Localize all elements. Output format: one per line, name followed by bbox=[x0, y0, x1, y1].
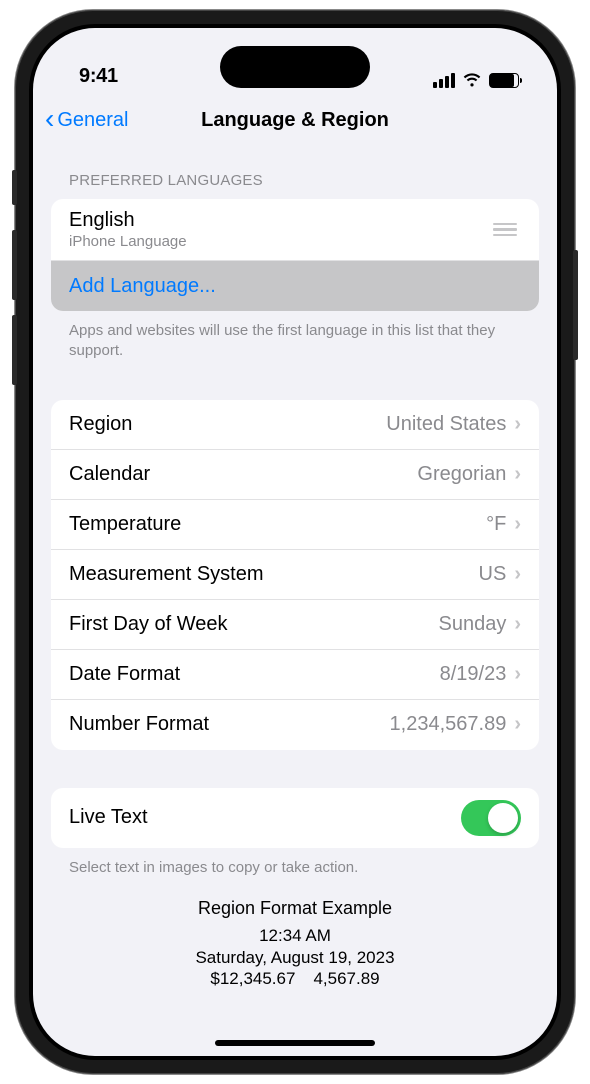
chevron-right-icon: › bbox=[514, 563, 521, 586]
row-value: United States bbox=[386, 413, 506, 436]
chevron-right-icon: › bbox=[514, 613, 521, 636]
language-title: English bbox=[69, 209, 489, 232]
example-title: Region Format Example bbox=[51, 898, 539, 919]
row-date-format[interactable]: Date Format 8/19/23 › bbox=[51, 650, 539, 700]
back-button[interactable]: ‹ General bbox=[45, 108, 128, 133]
nav-bar: ‹ General Language & Region bbox=[33, 94, 557, 146]
example-date: Saturday, August 19, 2023 bbox=[51, 947, 539, 969]
battery-icon bbox=[489, 73, 519, 88]
row-label: Date Format bbox=[69, 663, 440, 686]
chevron-left-icon: ‹ bbox=[45, 105, 54, 133]
row-label: Temperature bbox=[69, 513, 486, 536]
chevron-right-icon: › bbox=[514, 463, 521, 486]
row-value: Gregorian bbox=[417, 463, 506, 486]
row-number-format[interactable]: Number Format 1,234,567.89 › bbox=[51, 700, 539, 750]
row-label: Measurement System bbox=[69, 563, 479, 586]
row-first-day-of-week[interactable]: First Day of Week Sunday › bbox=[51, 600, 539, 650]
wifi-icon bbox=[462, 73, 482, 88]
chevron-right-icon: › bbox=[514, 663, 521, 686]
live-text-label: Live Text bbox=[69, 806, 461, 829]
status-time: 9:41 bbox=[79, 65, 118, 88]
live-text-footer: Select text in images to copy or take ac… bbox=[51, 848, 539, 878]
section-header-preferred-languages: Preferred Languages bbox=[51, 146, 539, 199]
row-temperature[interactable]: Temperature °F › bbox=[51, 500, 539, 550]
row-live-text: Live Text bbox=[51, 788, 539, 848]
drag-handle-icon[interactable] bbox=[489, 219, 521, 241]
language-subtitle: iPhone Language bbox=[69, 233, 489, 250]
preferred-languages-footer: Apps and websites will use the first lan… bbox=[51, 311, 539, 362]
chevron-right-icon: › bbox=[514, 713, 521, 736]
chevron-right-icon: › bbox=[514, 413, 521, 436]
example-time: 12:34 AM bbox=[51, 925, 539, 947]
preferred-languages-group: English iPhone Language Add Language... bbox=[51, 199, 539, 311]
page-title: Language & Region bbox=[201, 109, 389, 132]
add-language-label: Add Language... bbox=[69, 275, 216, 298]
row-calendar[interactable]: Calendar Gregorian › bbox=[51, 450, 539, 500]
example-currency: $12,345.67 bbox=[210, 969, 295, 989]
row-value: Sunday bbox=[438, 613, 506, 636]
dynamic-island bbox=[220, 46, 370, 88]
row-value: 8/19/23 bbox=[440, 663, 507, 686]
language-row-english[interactable]: English iPhone Language bbox=[51, 199, 539, 261]
row-region[interactable]: Region United States › bbox=[51, 400, 539, 450]
row-value: US bbox=[479, 563, 507, 586]
cellular-icon bbox=[433, 73, 455, 88]
region-format-example: Region Format Example 12:34 AM Saturday,… bbox=[51, 878, 539, 989]
chevron-right-icon: › bbox=[514, 513, 521, 536]
live-text-toggle[interactable] bbox=[461, 800, 521, 836]
add-language-button[interactable]: Add Language... bbox=[51, 261, 539, 311]
live-text-group: Live Text bbox=[51, 788, 539, 848]
back-label: General bbox=[57, 109, 128, 132]
row-label: Calendar bbox=[69, 463, 417, 486]
example-number: 4,567.89 bbox=[313, 969, 379, 989]
row-measurement-system[interactable]: Measurement System US › bbox=[51, 550, 539, 600]
home-indicator[interactable] bbox=[215, 1040, 375, 1046]
row-value: 1,234,567.89 bbox=[390, 713, 507, 736]
row-label: Number Format bbox=[69, 713, 390, 736]
region-settings-group: Region United States › Calendar Gregoria… bbox=[51, 400, 539, 750]
device-frame: 9:41 ‹ General Language & Region Preferr… bbox=[15, 10, 575, 1074]
row-label: Region bbox=[69, 413, 386, 436]
row-label: First Day of Week bbox=[69, 613, 438, 636]
row-value: °F bbox=[486, 513, 506, 536]
